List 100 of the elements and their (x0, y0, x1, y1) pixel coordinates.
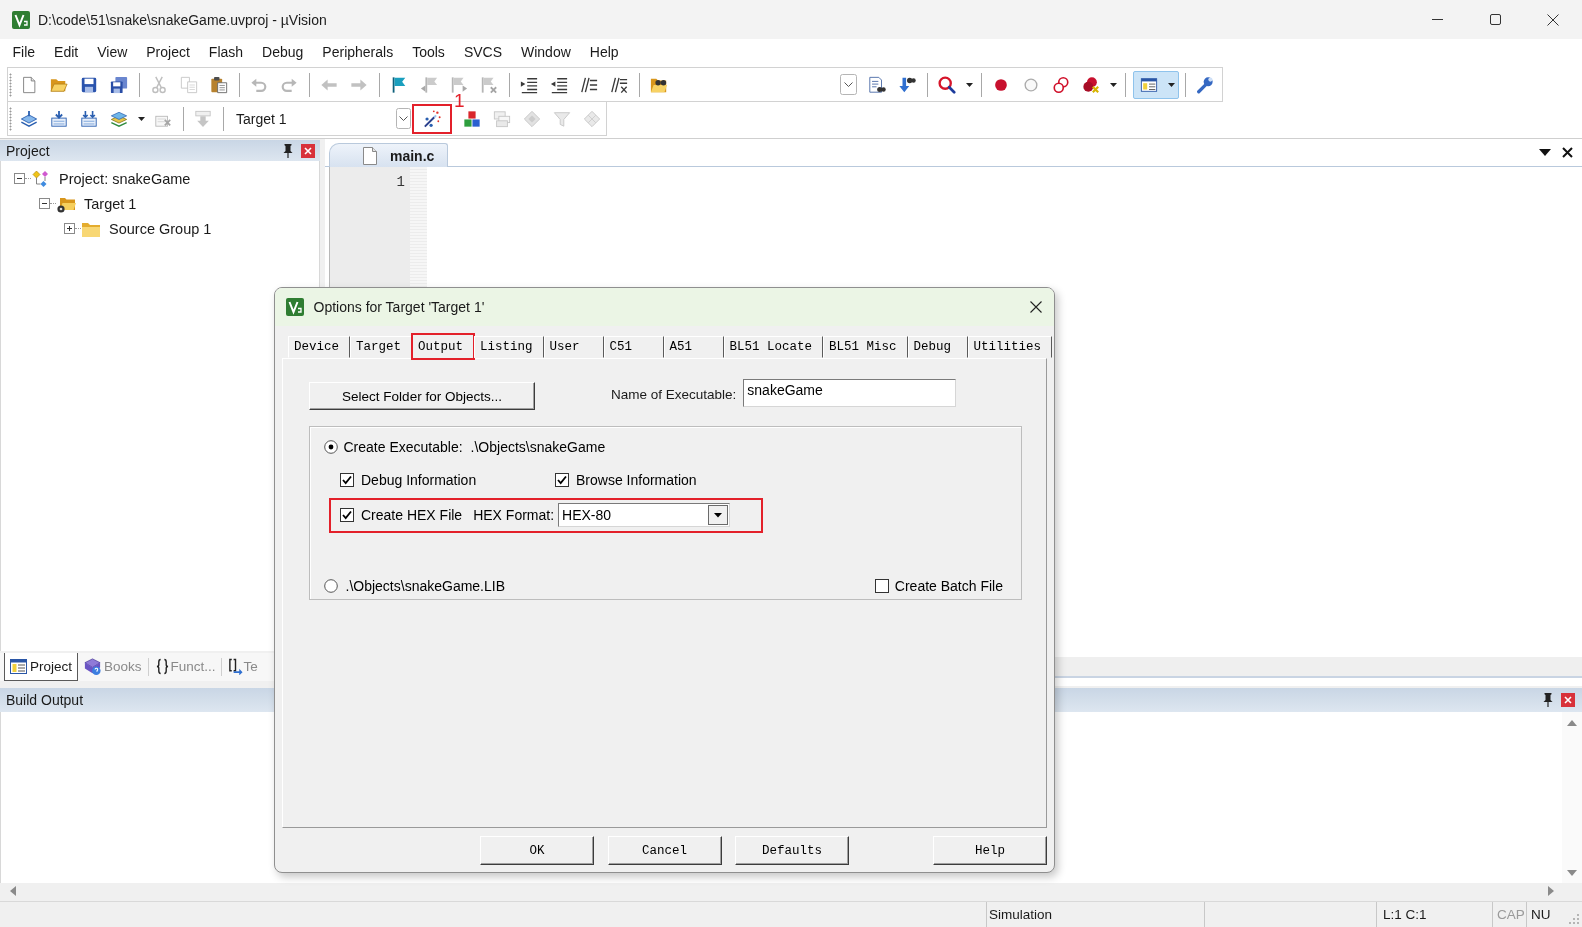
hex-format-dropdown[interactable]: HEX-80 (558, 503, 731, 527)
book-icon (83, 657, 103, 676)
panel-tab[interactable]: Project (4, 653, 79, 681)
expand-icon[interactable] (64, 223, 75, 234)
build-icon[interactable] (50, 109, 68, 128)
executable-name-field[interactable]: snakeGame (743, 379, 957, 407)
pin-icon[interactable] (283, 143, 293, 158)
menu-item[interactable]: View (87, 39, 137, 66)
caret-icon[interactable] (965, 82, 973, 87)
rebuild-icon[interactable] (80, 109, 98, 128)
scroll-right-icon[interactable] (1548, 885, 1554, 896)
menu-item[interactable]: Project (136, 39, 200, 66)
dialog-tab[interactable]: A51 (663, 336, 724, 358)
menu-item[interactable]: Flash (199, 39, 253, 66)
close-icon[interactable] (1562, 147, 1573, 158)
dialog-tab[interactable]: Debug (907, 336, 968, 358)
indent-icon[interactable] (520, 75, 538, 94)
dialog-tab[interactable]: Device (288, 336, 350, 358)
dialog-button[interactable]: OK (480, 836, 594, 865)
menu-item[interactable]: Peripherals (312, 39, 403, 66)
caret-icon[interactable] (1109, 82, 1117, 87)
template-icon (227, 658, 243, 675)
window-layout-button[interactable] (1133, 70, 1179, 99)
menu-item[interactable]: File (3, 39, 45, 66)
dialog-tab[interactable]: Output (412, 334, 475, 359)
tree-item[interactable]: Project: snakeGame (59, 170, 191, 187)
dialog-button[interactable]: Defaults (735, 836, 849, 865)
breakpoint-remove-icon[interactable] (1082, 75, 1100, 94)
close-icon[interactable] (1030, 301, 1042, 313)
dialog-tab[interactable]: Listing (474, 336, 544, 358)
close-icon[interactable] (1547, 13, 1559, 26)
batch-build-icon[interactable] (110, 109, 128, 128)
status-text: CAP (1492, 902, 1526, 927)
menu-item[interactable]: SVCS (454, 39, 512, 66)
comment-lines-icon[interactable] (580, 75, 598, 94)
checkbox-label: Browse Information (576, 472, 697, 488)
caret-down-icon[interactable] (1539, 149, 1551, 156)
dialog-button[interactable]: Help (933, 836, 1047, 865)
save-icon[interactable] (80, 75, 98, 94)
vertical-scrollbar[interactable] (1562, 712, 1582, 883)
window-layout-icon[interactable] (1140, 75, 1158, 94)
checkbox[interactable] (555, 473, 569, 487)
checkbox[interactable] (874, 579, 889, 593)
app-logo-icon (12, 10, 30, 29)
tree-item[interactable]: Target 1 (84, 195, 137, 212)
document-search-icon[interactable] (868, 75, 886, 94)
tree-item[interactable]: Source Group 1 (109, 220, 212, 237)
select-folder-button[interactable]: Select Folder for Objects... (309, 382, 535, 410)
outdent-icon[interactable] (550, 75, 568, 94)
dialog-tab[interactable]: BL51 Misc (823, 336, 908, 358)
arrow-binoculars-icon[interactable] (898, 75, 916, 94)
save-all-icon[interactable] (110, 75, 128, 94)
document-icon (363, 146, 377, 165)
uncomment-lines-icon[interactable] (610, 75, 628, 94)
menu-item[interactable]: Tools (402, 39, 455, 66)
collapse-icon[interactable] (39, 198, 50, 209)
dialog-tab[interactable]: Utilities (967, 336, 1053, 358)
toolbar-grip[interactable] (9, 106, 12, 131)
scroll-left-icon[interactable] (10, 885, 16, 896)
radio-button[interactable] (323, 440, 338, 454)
app-logo-icon (286, 298, 304, 316)
menu-item[interactable]: Debug (252, 39, 313, 66)
field-label: HEX Format: (473, 507, 555, 523)
layers-icon[interactable] (20, 109, 38, 128)
radio-button[interactable] (323, 579, 338, 593)
radio-label: Create Executable: (343, 439, 463, 455)
menu-item[interactable]: Window (511, 39, 581, 66)
checkbox[interactable] (340, 508, 354, 522)
dialog-tab[interactable]: Target (350, 336, 413, 358)
project-icon (31, 168, 51, 189)
clipboard-icon[interactable] (210, 75, 228, 94)
menu-item[interactable]: Edit (44, 39, 88, 66)
braces-icon (155, 658, 169, 675)
chevron-icon[interactable] (396, 108, 411, 129)
magnifier-icon[interactable] (938, 75, 956, 94)
caret-icon[interactable] (1167, 82, 1175, 87)
scroll-up-icon[interactable] (1567, 720, 1577, 726)
dialog-button[interactable]: Cancel (607, 836, 722, 865)
checkbox-label: Create HEX File (361, 507, 463, 523)
dialog-tab[interactable]: C51 (603, 336, 664, 358)
toolbar-grip[interactable] (9, 72, 12, 97)
scroll-down-icon[interactable] (1567, 870, 1577, 876)
collapse-icon[interactable] (14, 173, 25, 184)
flag-icon[interactable] (390, 75, 408, 94)
pin-icon[interactable] (1543, 693, 1553, 707)
resize-grip-icon (1568, 914, 1579, 924)
caret-icon[interactable] (137, 116, 145, 121)
dialog-title: Options for Target 'Target 1' (313, 299, 485, 315)
maximize-icon[interactable] (1489, 14, 1501, 25)
blocks-icon[interactable] (463, 109, 481, 128)
magic-wand-icon[interactable] (423, 109, 441, 128)
double-ring-icon[interactable] (1052, 75, 1070, 94)
new-file-icon[interactable] (20, 75, 38, 94)
file-tab[interactable]: main.c (329, 143, 449, 167)
magic-wand-button[interactable] (412, 103, 452, 134)
dialog-tab[interactable]: User (543, 336, 604, 358)
wrench-icon[interactable] (1196, 75, 1214, 94)
checkbox[interactable] (340, 473, 354, 487)
menu-item[interactable]: Help (580, 39, 629, 66)
dialog-tab[interactable]: BL51 Locate (723, 336, 824, 358)
